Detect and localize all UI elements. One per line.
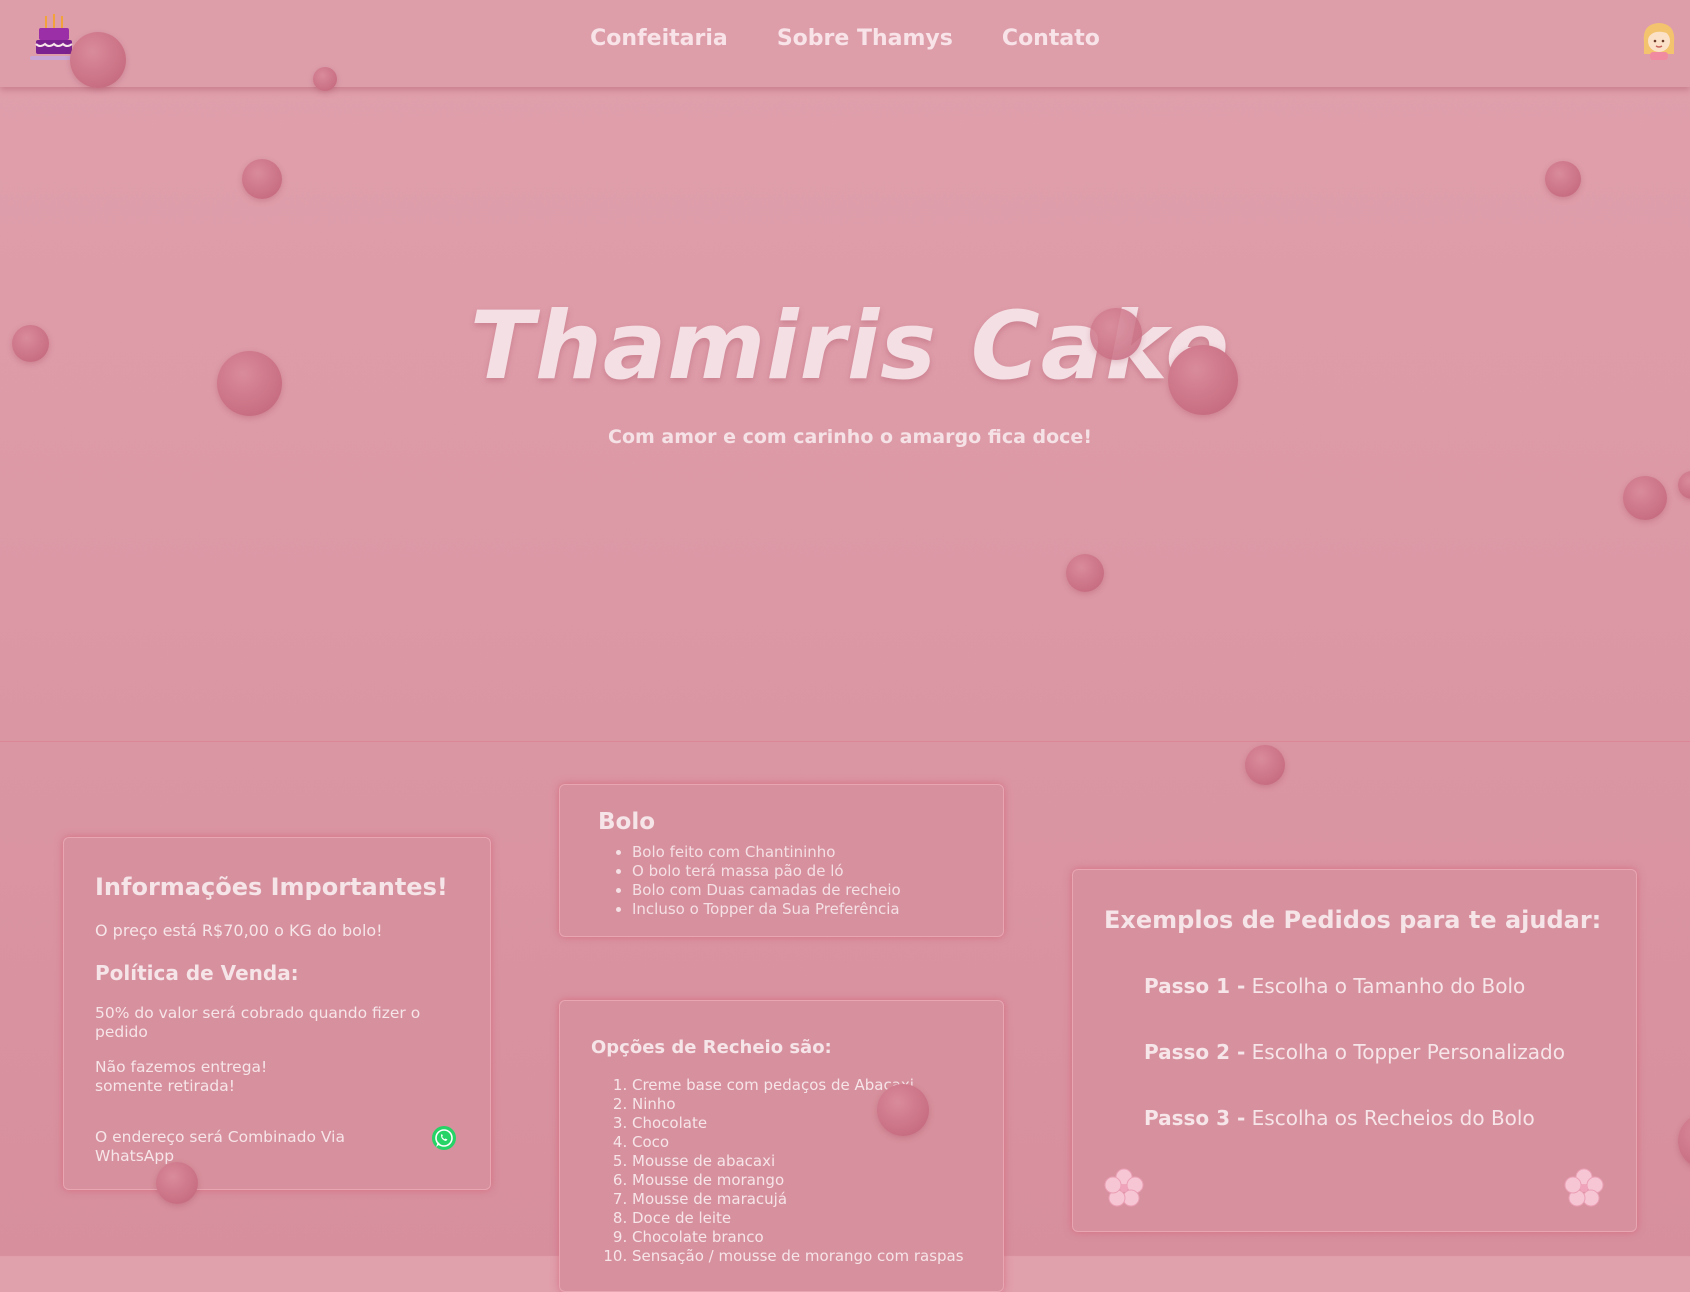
step-text: Escolha o Tamanho do Bolo	[1251, 974, 1526, 998]
list-item: Doce de leite	[632, 1209, 964, 1228]
step-label: Passo 3 -	[1144, 1106, 1246, 1130]
step-3: Passo 3 - Escolha os Recheios do Bolo	[1144, 1106, 1535, 1130]
nav-link-contato[interactable]: Contato	[1002, 26, 1100, 51]
list-item: Mousse de maracujá	[632, 1190, 964, 1209]
info-card-title: Informações Importantes!	[95, 873, 448, 901]
girl-avatar-icon[interactable]	[1640, 20, 1678, 60]
bolo-features-list: Bolo feito com Chantininho O bolo terá m…	[600, 843, 901, 919]
decorative-bubble	[12, 325, 49, 362]
decorative-bubble	[1623, 476, 1667, 520]
list-item: Bolo com Duas camadas de recheio	[632, 881, 901, 900]
step-1: Passo 1 - Escolha o Tamanho do Bolo	[1144, 974, 1525, 998]
policy-delivery-text: Não fazemos entrega! somente retirada!	[95, 1058, 435, 1096]
list-item: O bolo terá massa pão de ló	[632, 862, 901, 881]
nav-menu: Confeitaria Sobre Thamys Contato	[0, 26, 1690, 51]
decorative-bubble	[1090, 308, 1142, 360]
step-text: Escolha os Recheios do Bolo	[1251, 1106, 1535, 1130]
recheio-card: Opções de Recheio são: Creme base com pe…	[559, 1000, 1004, 1292]
hero-subtitle: Com amor e com carinho o amargo fica doc…	[608, 426, 1092, 448]
info-card: Informações Importantes! O preço está R$…	[63, 837, 491, 1190]
decorative-bubble	[70, 32, 126, 88]
top-navbar: Confeitaria Sobre Thamys Contato	[0, 0, 1690, 87]
sakura-flower-icon	[1104, 1168, 1144, 1207]
list-item: Sensação / mousse de morango com raspas	[632, 1247, 964, 1266]
whatsapp-icon[interactable]	[431, 1125, 457, 1151]
decorative-bubble	[1168, 345, 1238, 415]
list-item: Chocolate branco	[632, 1228, 964, 1247]
examples-card: Exemplos de Pedidos para te ajudar: Pass…	[1072, 869, 1637, 1232]
price-text: O preço está R$70,00 o KG do bolo!	[95, 921, 383, 940]
policy-delivery-line2: somente retirada!	[95, 1077, 235, 1095]
decorative-bubble	[1066, 554, 1104, 592]
section-divider	[0, 741, 1690, 742]
decorative-bubble	[1245, 745, 1285, 785]
step-2: Passo 2 - Escolha o Topper Personalizado	[1144, 1040, 1565, 1064]
policy-payment-text: 50% do valor será cobrado quando fizer o…	[95, 1004, 421, 1041]
recheio-card-title: Opções de Recheio são:	[591, 1037, 832, 1058]
policy-delivery-line1: Não fazemos entrega!	[95, 1058, 268, 1076]
step-text: Escolha o Topper Personalizado	[1251, 1040, 1565, 1064]
decorative-bubble	[313, 67, 337, 91]
list-item: Coco	[632, 1133, 964, 1152]
sakura-flower-icon	[1564, 1168, 1604, 1207]
nav-link-sobre-thamys[interactable]: Sobre Thamys	[777, 26, 953, 51]
step-label: Passo 1 -	[1144, 974, 1246, 998]
list-item: Incluso o Topper da Sua Preferência	[632, 900, 901, 919]
bolo-card: Bolo Bolo feito com Chantininho O bolo t…	[559, 784, 1004, 937]
list-item: Mousse de abacaxi	[632, 1152, 964, 1171]
decorative-bubble	[1678, 1113, 1690, 1169]
nav-link-confeitaria[interactable]: Confeitaria	[590, 26, 728, 51]
examples-card-title: Exemplos de Pedidos para te ajudar:	[1104, 906, 1602, 934]
decorative-bubble	[1545, 161, 1581, 197]
policy-address-text: O endereço será Combinado Via WhatsApp	[95, 1128, 345, 1165]
decorative-bubble	[242, 159, 282, 199]
policy-title: Política de Venda:	[95, 961, 299, 985]
decorative-bubble	[217, 351, 282, 416]
list-item: Bolo feito com Chantininho	[632, 843, 901, 862]
step-label: Passo 2 -	[1144, 1040, 1246, 1064]
decorative-bubble	[1678, 471, 1690, 499]
decorative-bubble	[156, 1162, 198, 1204]
list-item: Mousse de morango	[632, 1171, 964, 1190]
decorative-bubble	[877, 1084, 929, 1136]
bolo-card-title: Bolo	[598, 809, 656, 835]
